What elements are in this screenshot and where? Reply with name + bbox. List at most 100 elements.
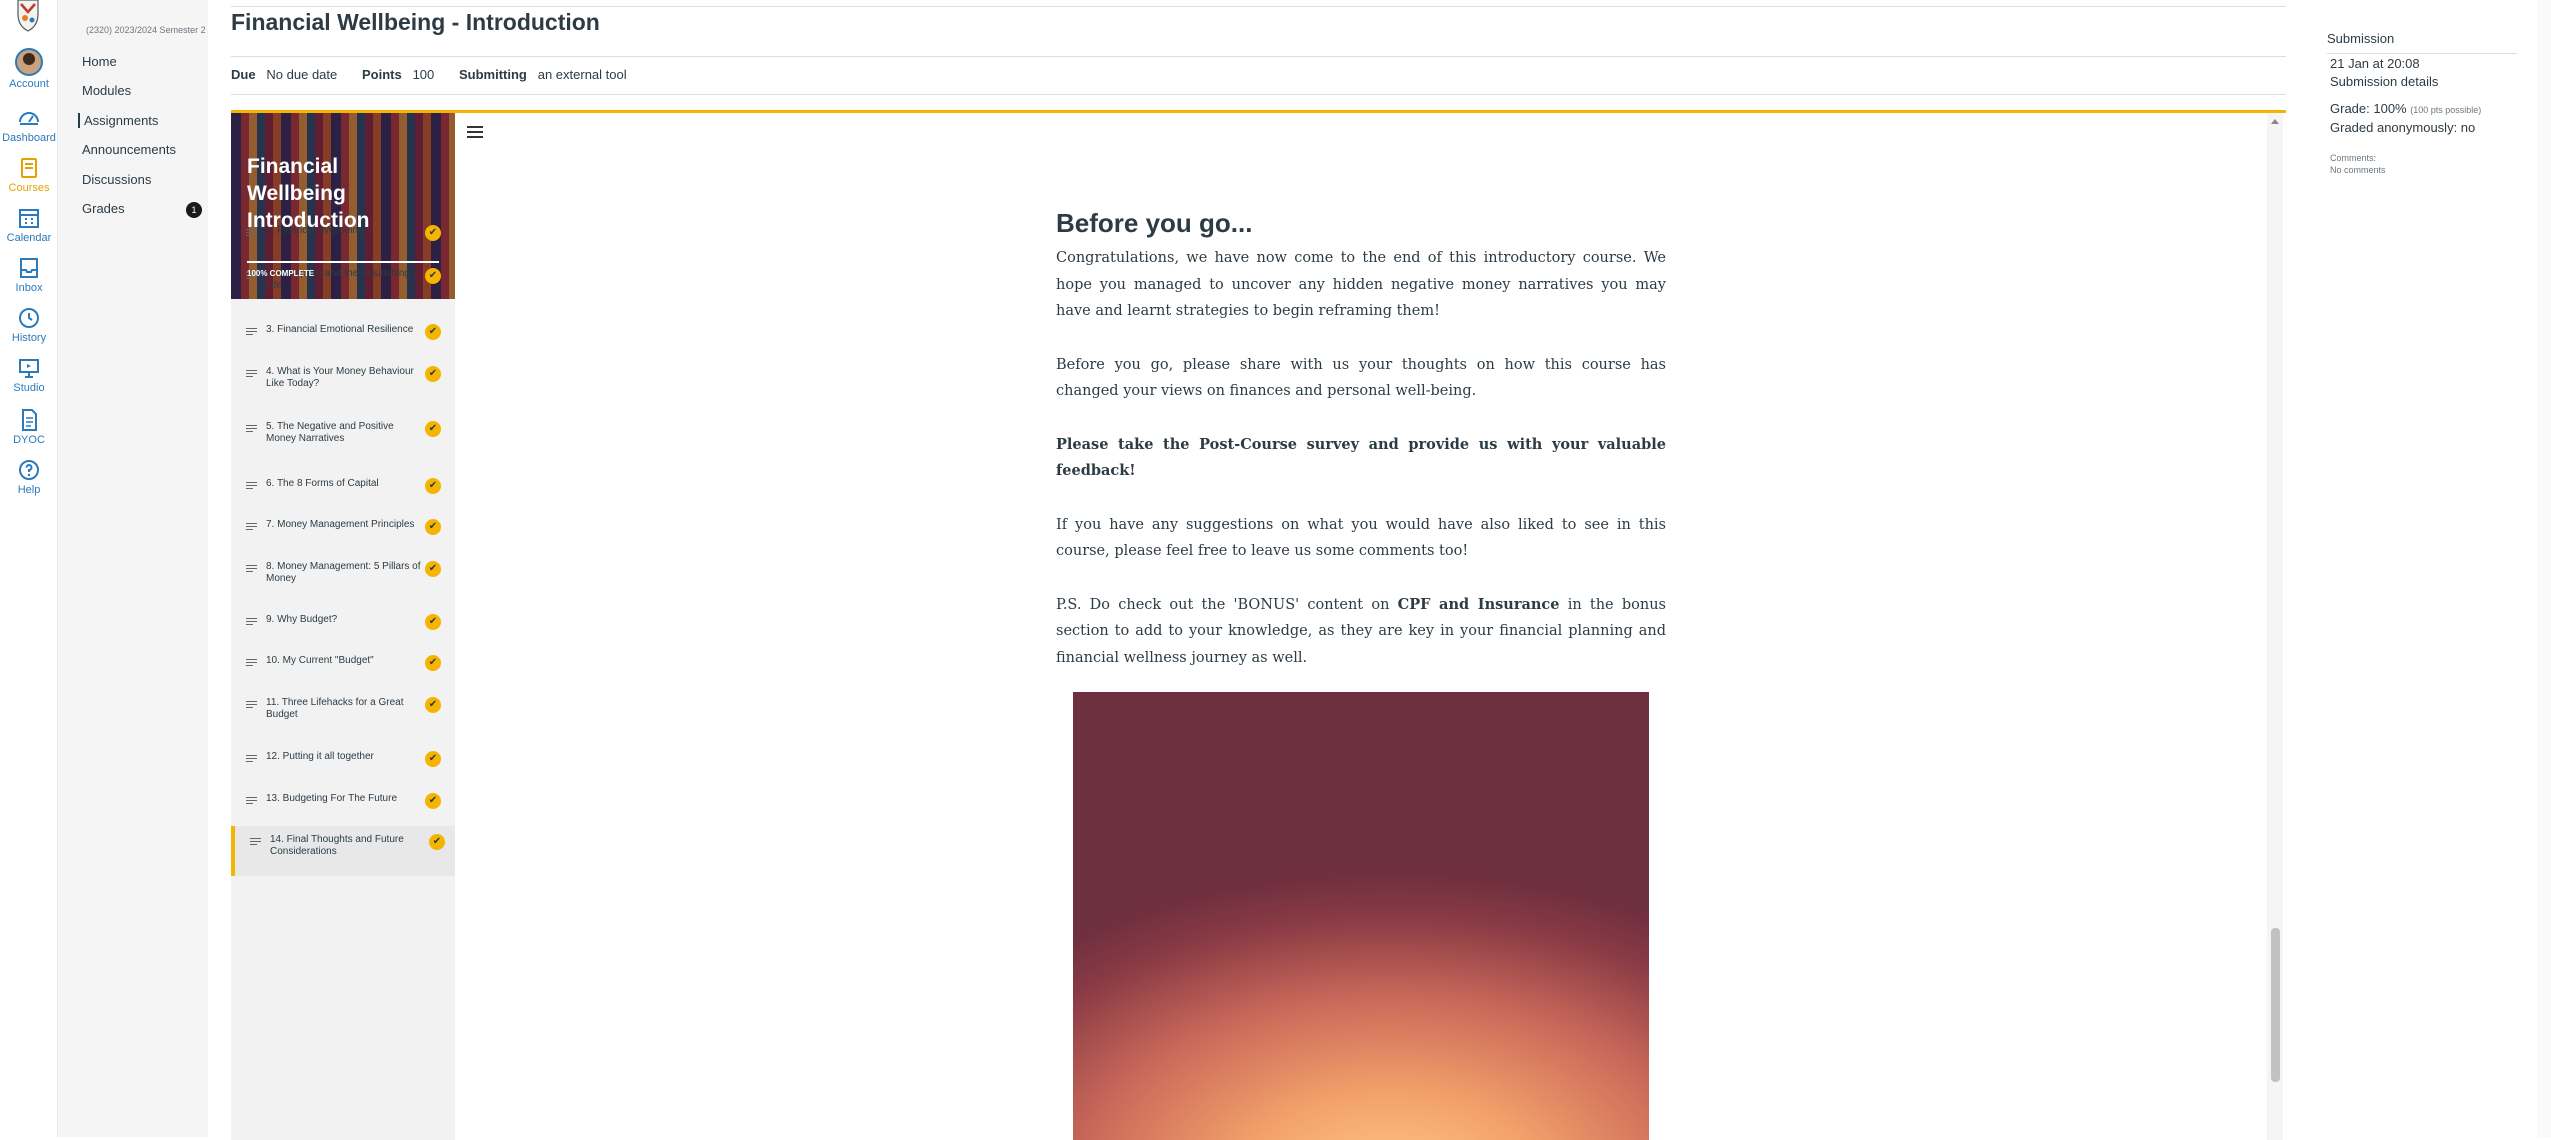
comments-label: Comments: [2330, 153, 2377, 163]
comments-value: No comments [2330, 165, 2386, 175]
studio-icon [19, 359, 39, 378]
graded-anonymously: Graded anonymously: no [2330, 120, 2476, 135]
check-icon: ✔ [425, 324, 441, 340]
bonus-highlight: CPF and Insurance [1397, 595, 1560, 613]
history-icon [19, 308, 39, 328]
submission-title: Submission [2327, 31, 2395, 46]
points-info: Points 100 [362, 67, 434, 82]
nav-label: Account [9, 78, 49, 90]
due-info: Due No due date [231, 67, 337, 82]
header-divider [231, 56, 2286, 57]
submission-details-link[interactable]: Submission details [2330, 74, 2438, 89]
account-avatar [15, 48, 43, 76]
lesson-label: 10. My Current "Budget" [266, 655, 374, 666]
term-label: (2320) 2023/2024 Semester 2 [86, 25, 206, 35]
grade-possible: (100 pts possible) [2410, 105, 2482, 115]
paragraph-congratulations: Congratulations, we have now come to the… [1056, 250, 1666, 319]
lesson-list-icon [246, 326, 257, 337]
school-logo[interactable] [8, 0, 48, 32]
course-nav-modules[interactable]: Modules [82, 83, 131, 98]
scroll-up-arrow[interactable] [2271, 119, 2279, 124]
lesson-label: 12. Putting it all together [266, 751, 374, 762]
page-scrollbar[interactable] [2537, 0, 2551, 1137]
lesson-list-icon [246, 616, 257, 627]
course-nav-announcements[interactable]: Announcements [82, 142, 176, 157]
nav-history[interactable]: History [0, 306, 58, 344]
lesson-list-icon [246, 423, 257, 434]
lesson-label: 6. The 8 Forms of Capital [266, 478, 379, 489]
course-nav-assignments[interactable]: Assignments [78, 113, 158, 128]
course-nav-grades[interactable]: Grades [82, 201, 125, 216]
nav-label: DYOC [13, 434, 45, 446]
nav-label: Inbox [15, 282, 43, 294]
check-icon: ✔ [425, 366, 441, 382]
nav-inbox[interactable]: Inbox [0, 256, 58, 294]
lesson-list-icon [250, 836, 261, 847]
submission-date: 21 Jan at 20:08 [2330, 56, 2420, 71]
document-icon [22, 409, 37, 431]
courses-icon [21, 158, 37, 178]
check-icon: ✔ [425, 268, 441, 284]
check-icon: ✔ [425, 478, 441, 494]
due-label: Due [231, 67, 256, 82]
lesson-list-icon [246, 657, 257, 668]
inbox-icon [20, 258, 38, 278]
sunset-image [1073, 692, 1649, 1140]
menu-icon[interactable] [467, 123, 483, 141]
check-icon: ✔ [429, 834, 445, 850]
course-nav-home[interactable]: Home [82, 54, 117, 69]
lesson-list-icon [246, 368, 257, 379]
lesson-heading: Before you go... [1056, 208, 1253, 238]
lesson-list-icon [246, 795, 257, 806]
nav-calendar[interactable]: Calendar [0, 206, 58, 244]
nav-label: Calendar [6, 232, 52, 244]
check-icon: ✔ [425, 225, 441, 241]
check-icon: ✔ [425, 793, 441, 809]
global-nav: Account Dashboard Courses Calendar Inbox… [0, 0, 58, 1137]
lesson-list-icon [246, 699, 257, 710]
nav-help[interactable]: Help [0, 458, 58, 496]
help-icon [19, 460, 39, 480]
nav-label: Courses [8, 182, 50, 194]
lesson-label: 7. Money Management Principles [266, 519, 415, 530]
course-nav-discussions[interactable]: Discussions [82, 172, 151, 187]
nav-account[interactable]: Account [0, 48, 58, 90]
lesson-label: 3. Financial Emotional Resilience [266, 324, 414, 335]
check-icon: ✔ [425, 519, 441, 535]
nav-dashboard[interactable]: Dashboard [0, 106, 58, 144]
lesson-label: 5. The Negative and Positive Money Narra… [266, 421, 394, 444]
check-icon: ✔ [425, 751, 441, 767]
points-label: Points [362, 67, 402, 82]
nav-courses[interactable]: Courses [0, 156, 58, 194]
paragraph-survey: Please take the Post-Course survey and p… [1056, 435, 1666, 480]
paragraph-share-thoughts: Before you go, please share with us your… [1056, 356, 1666, 400]
submitting-info: Submitting an external tool [459, 67, 627, 82]
nav-studio[interactable]: Studio [0, 356, 58, 394]
check-icon: ✔ [425, 655, 441, 671]
nav-label: Help [17, 484, 41, 496]
course-nav: (2320) 2023/2024 Semester 2 Home Modules… [58, 0, 208, 1137]
nav-dyoc[interactable]: DYOC [0, 408, 58, 446]
page-title: Financial Wellbeing - Introduction [231, 9, 600, 35]
meta-divider [231, 94, 2286, 95]
lesson-item[interactable]: 14. Final Thoughts and Future Considerat… [231, 826, 455, 876]
check-icon: ✔ [425, 561, 441, 577]
lesson-list-icon [246, 563, 257, 574]
scrollbar-thumb[interactable] [2271, 928, 2280, 1082]
lesson-label: 11. Three Lifehacks for a Great Budget [266, 697, 404, 720]
grade-line: Grade: 100% (100 pts possible) [2330, 101, 2481, 116]
lesson-list-icon [246, 753, 257, 764]
lesson-label: 14. Final Thoughts and Future Considerat… [270, 834, 404, 857]
cover-title: Financial Wellbeing Introduction [247, 155, 370, 232]
check-icon: ✔ [425, 421, 441, 437]
points-value: 100 [412, 67, 435, 82]
lesson-label: 4. What is Your Money Behaviour Like Tod… [266, 366, 414, 389]
lesson-list-icon [246, 521, 257, 532]
progress-text: 100% COMPLETE [247, 269, 315, 278]
nav-label: Studio [13, 382, 45, 394]
submitting-value: an external tool [537, 67, 627, 82]
check-icon: ✔ [425, 614, 441, 630]
course-frame: Financial Wellbeing Introduction 100% CO… [231, 110, 2286, 1140]
nav-label: Dashboard [2, 132, 56, 144]
submission-divider [2327, 53, 2517, 54]
